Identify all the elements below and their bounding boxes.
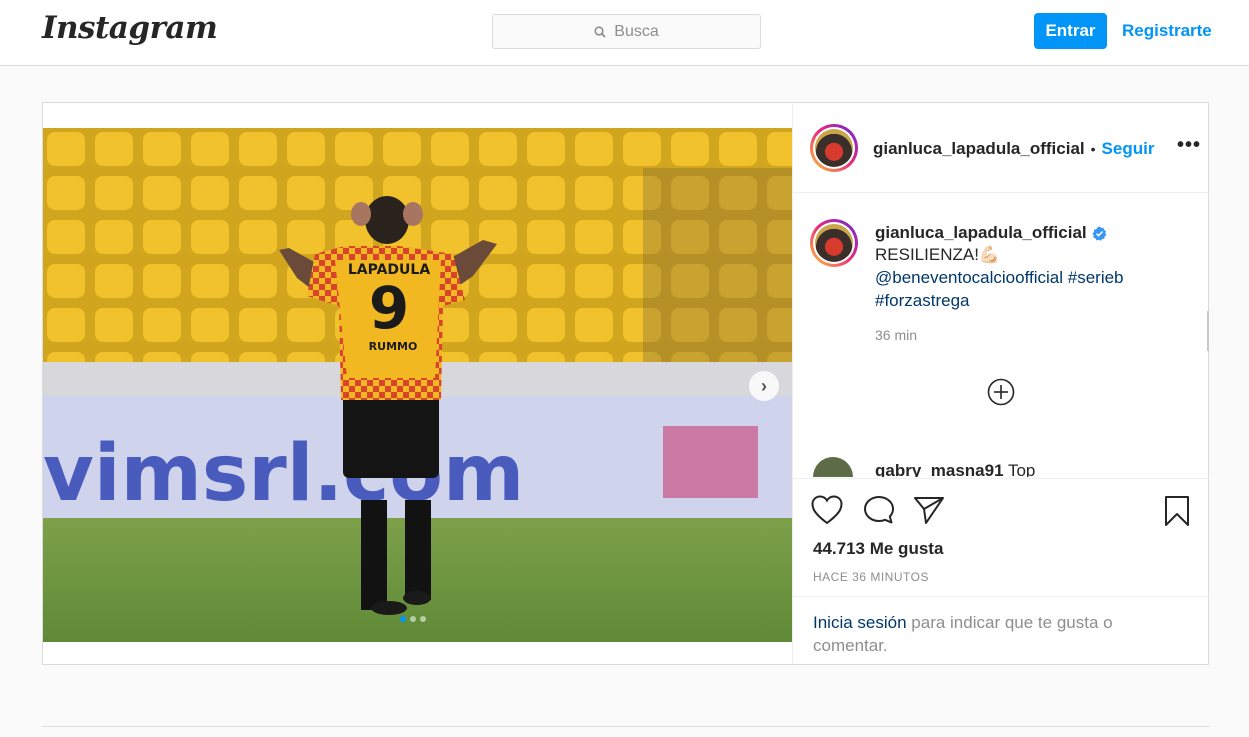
load-more-icon[interactable] <box>987 378 1015 406</box>
hashtag-link[interactable]: #serieb <box>1068 268 1124 287</box>
login-button[interactable]: Entrar <box>1034 13 1107 49</box>
author-avatar[interactable] <box>810 124 858 172</box>
carousel-dot <box>400 616 406 622</box>
verified-badge-icon <box>1092 225 1106 241</box>
carousel-dot <box>420 616 426 622</box>
separator-dot: • <box>1090 141 1096 157</box>
follow-button[interactable]: Seguir <box>1102 139 1155 159</box>
carousel-dot <box>410 616 416 622</box>
author-username[interactable]: gianluca_lapadula_official <box>873 139 1085 159</box>
caption-username[interactable]: gianluca_lapadula_official <box>875 223 1087 243</box>
caption-text-line: RESILIENZA!💪🏻 <box>875 245 1001 264</box>
mention-link[interactable]: @beneventocalcioofficial <box>875 268 1063 287</box>
comments-section: gianluca_lapadula_official RESILIENZA!💪🏻… <box>793 193 1209 477</box>
login-prompt: Inicia sesión para indicar que te gusta … <box>793 596 1209 664</box>
post-photo: vimsrl.com LAPADULA 9 RUMMO <box>43 128 792 642</box>
caption-age[interactable]: 36 min <box>875 327 1195 343</box>
post-header: gianluca_lapadula_official • Seguir ••• <box>793 103 1209 193</box>
search-input[interactable]: Busca <box>492 14 761 49</box>
comment-icon[interactable] <box>863 495 895 525</box>
jersey-number: 9 <box>369 274 409 342</box>
caption-avatar[interactable] <box>810 219 858 267</box>
heart-icon[interactable] <box>811 495 843 525</box>
chevron-right-icon: › <box>761 375 767 396</box>
carousel-dots <box>400 616 426 622</box>
jersey-sponsor: RUMMO <box>369 340 418 353</box>
caption: gianluca_lapadula_official RESILIENZA!💪🏻… <box>875 223 1195 343</box>
post-timestamp[interactable]: HACE 36 MINUTOS <box>813 570 929 584</box>
register-link[interactable]: Registrarte <box>1122 13 1212 49</box>
post-sidebar: gianluca_lapadula_official • Seguir ••• … <box>792 103 1209 664</box>
post-image[interactable]: vimsrl.com LAPADULA 9 RUMMO › <box>43 128 792 642</box>
more-options-icon[interactable]: ••• <box>1177 135 1201 155</box>
post-actions: 44.713 Me gusta HACE 36 MINUTOS <box>793 478 1209 597</box>
footer-divider <box>42 726 1209 727</box>
top-comment: gabry_masna91 Top <box>875 461 1035 477</box>
post-card: vimsrl.com LAPADULA 9 RUMMO › gianluca_l… <box>42 102 1209 665</box>
commenter-avatar[interactable] <box>813 457 853 477</box>
commenter-username[interactable]: gabry_masna91 <box>875 461 1004 477</box>
next-slide-button[interactable]: › <box>749 371 779 401</box>
likes-count[interactable]: 44.713 Me gusta <box>813 539 943 559</box>
comments-scrollbar[interactable] <box>1207 311 1209 351</box>
share-icon[interactable] <box>913 495 945 525</box>
bookmark-icon[interactable] <box>1163 495 1191 527</box>
hashtag-link[interactable]: #forzastrega <box>875 291 970 310</box>
comment-text: Top <box>1007 461 1036 477</box>
banner-text: vimsrl.com <box>43 429 524 519</box>
instagram-logo[interactable]: Instagram <box>42 10 218 46</box>
search-placeholder: Busca <box>614 22 659 40</box>
login-link[interactable]: Inicia sesión <box>813 613 907 632</box>
search-icon <box>594 25 606 38</box>
top-nav: Instagram Busca Entrar Registrarte <box>0 0 1249 66</box>
